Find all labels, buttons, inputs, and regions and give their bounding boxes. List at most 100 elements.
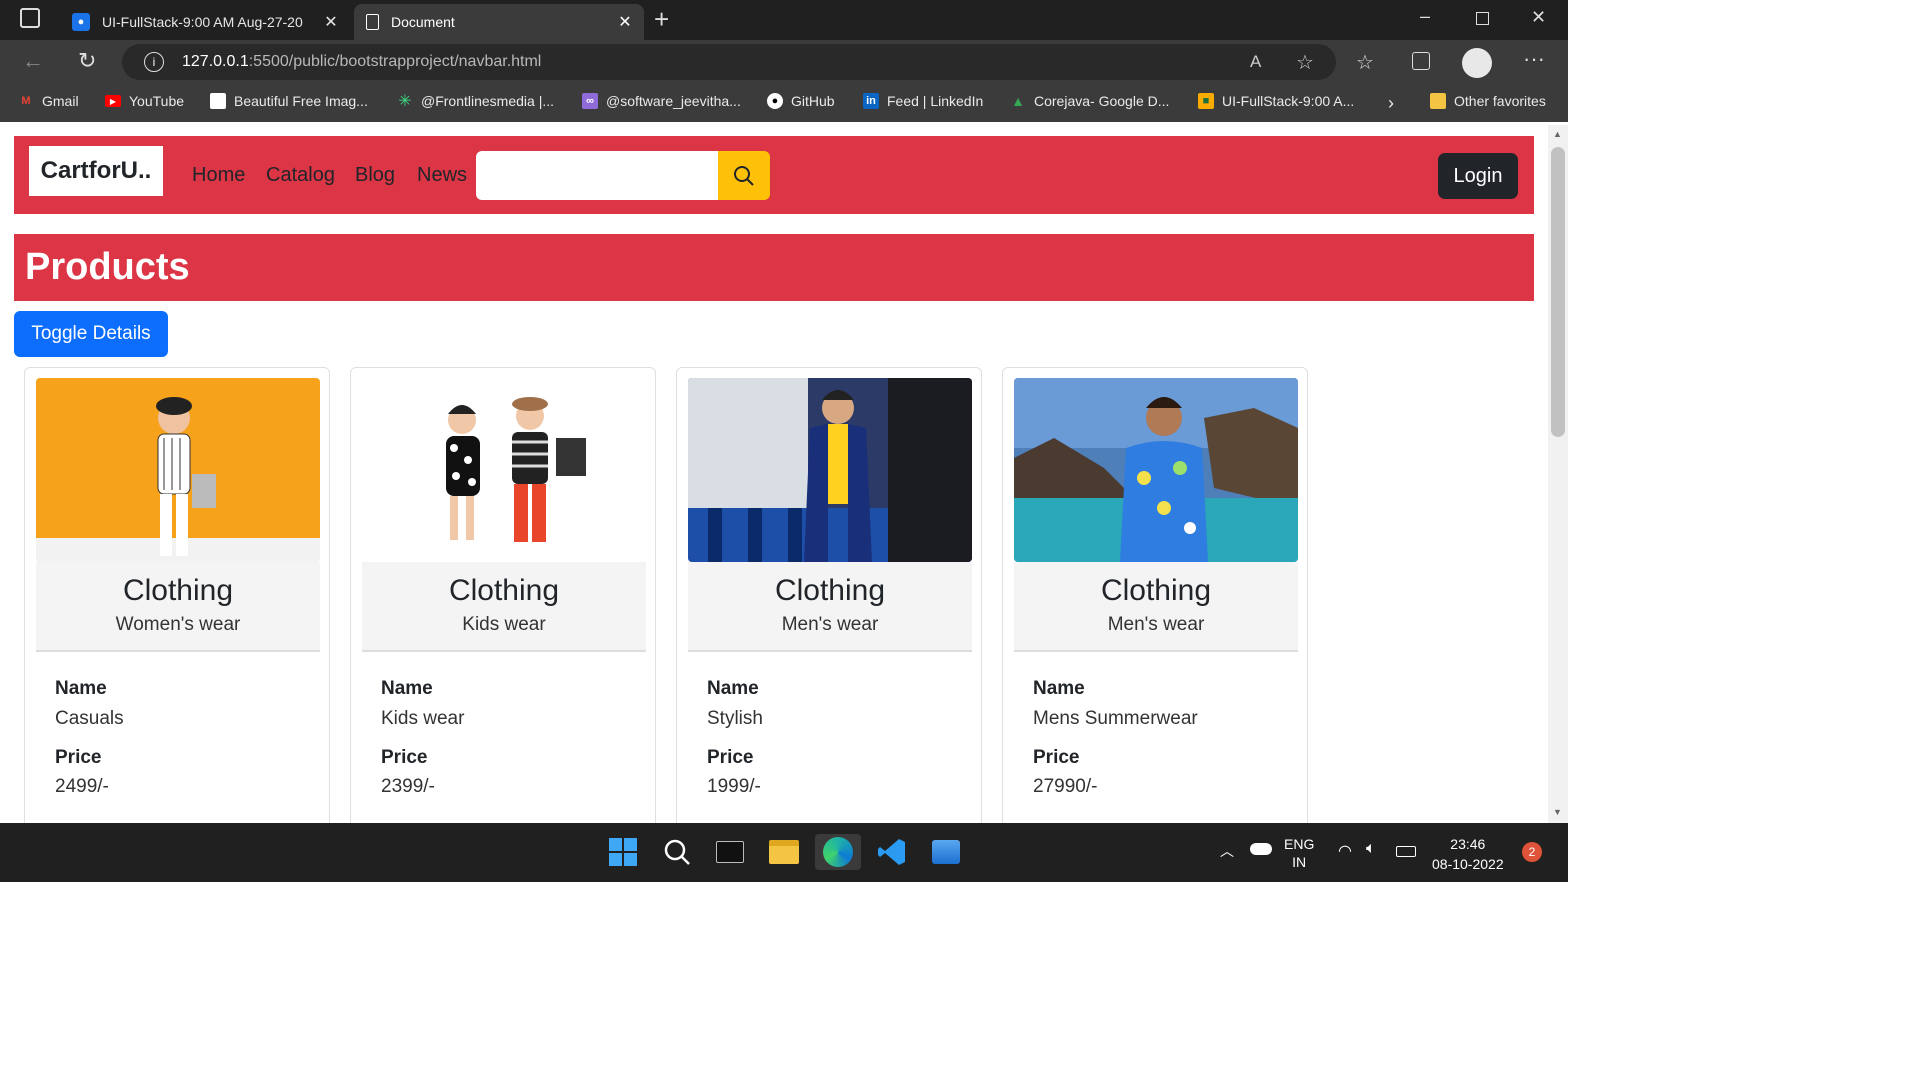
- page-scrollbar[interactable]: ▲ ▼: [1548, 125, 1568, 823]
- price-label: Price: [707, 747, 754, 768]
- bookmark-label: @software_jeevitha...: [606, 93, 741, 109]
- minimize-icon[interactable]: –: [1420, 6, 1430, 27]
- file-explorer-icon[interactable]: [766, 834, 802, 870]
- product-caption: Clothing Women's wear: [36, 562, 320, 652]
- more-bookmarks-chevron-icon[interactable]: ›: [1388, 93, 1394, 114]
- profile-avatar[interactable]: [1462, 48, 1492, 78]
- product-card: Clothing Kids wear Name Kids wear Price …: [350, 367, 656, 823]
- restore-icon[interactable]: [1476, 12, 1489, 25]
- clock[interactable]: 23:46 08-10-2022: [1432, 834, 1504, 874]
- refresh-icon[interactable]: ↻: [78, 48, 96, 74]
- scroll-up-icon[interactable]: ▲: [1553, 129, 1562, 139]
- nav-blog[interactable]: Blog: [355, 164, 395, 187]
- product-subtitle: Women's wear: [115, 614, 241, 635]
- search-input[interactable]: [476, 151, 718, 200]
- product-image-mens-stylish: [688, 378, 972, 562]
- scroll-down-icon[interactable]: ▼: [1553, 807, 1562, 817]
- product-card: Clothing Men's wear Name Stylish Price 1…: [676, 367, 982, 823]
- volume-icon[interactable]: 🔈︎: [1366, 840, 1376, 858]
- site-navbar: CartforU.. Home Catalog Blog News Login: [14, 136, 1534, 214]
- frontlines-icon: ✳: [398, 93, 412, 110]
- product-name: Kids wear: [381, 708, 465, 729]
- bookmark-label: YouTube: [129, 93, 185, 109]
- close-window-icon[interactable]: ✕: [1531, 7, 1546, 28]
- site-info-icon[interactable]: i: [144, 52, 164, 72]
- bookmark-linkedin[interactable]: in Feed | LinkedIn: [863, 93, 983, 109]
- onedrive-icon[interactable]: [1250, 843, 1272, 855]
- product-price: 2499/-: [55, 776, 109, 797]
- bookmark-ui-fullstack[interactable]: ■ UI-FullStack-9:00 A...: [1198, 93, 1354, 109]
- google-drive-icon: ▲: [1011, 93, 1025, 109]
- product-caption: Clothing Men's wear: [688, 562, 972, 652]
- price-label: Price: [1033, 747, 1080, 768]
- wifi-icon[interactable]: ◠: [1338, 841, 1352, 861]
- close-icon[interactable]: ✕: [614, 12, 636, 32]
- product-image-mens-summer: [1014, 378, 1298, 562]
- tab-document[interactable]: Document ✕: [354, 4, 644, 40]
- clock-time: 23:46: [1450, 836, 1486, 852]
- bookmark-frontlines[interactable]: ✳ @Frontlinesmedia |...: [397, 93, 554, 110]
- tab-actions-icon[interactable]: [20, 8, 40, 28]
- product-subtitle: Men's wear: [1107, 614, 1205, 635]
- product-image-womens: [36, 378, 320, 562]
- bookmark-other-favorites[interactable]: Other favorites: [1430, 93, 1546, 109]
- bookmark-label: UI-FullStack-9:00 A...: [1222, 93, 1355, 109]
- unsplash-icon: [210, 93, 226, 109]
- product-subtitle: Men's wear: [781, 614, 879, 635]
- product-caption: Clothing Kids wear: [362, 562, 646, 652]
- browser-tab-strip: ● UI-FullStack-9:00 AM Aug-27-20 ✕ Docum…: [0, 0, 1568, 40]
- login-button[interactable]: Login: [1438, 153, 1518, 199]
- photos-icon[interactable]: [928, 834, 964, 870]
- linkedin-icon: in: [863, 93, 879, 109]
- clock-date: 08-10-2022: [1432, 856, 1504, 872]
- bookmark-software-jeevitha[interactable]: ∞ @software_jeevitha...: [582, 93, 741, 109]
- product-name: Casuals: [55, 708, 124, 729]
- name-label: Name: [1033, 678, 1085, 699]
- classroom-icon: ■: [1198, 93, 1214, 109]
- bookmark-github[interactable]: ● GitHub: [767, 93, 835, 109]
- favorites-icon[interactable]: ☆: [1356, 50, 1374, 75]
- gmail-icon: M: [21, 95, 31, 107]
- notification-badge[interactable]: 2: [1522, 842, 1542, 862]
- new-tab-icon[interactable]: +: [654, 4, 669, 35]
- page-viewport: CartforU.. Home Catalog Blog News Login …: [0, 125, 1548, 823]
- url-path: :5500/public/bootstrapproject/navbar.htm…: [248, 53, 542, 70]
- close-icon[interactable]: ✕: [320, 12, 342, 32]
- bookmark-label: GitHub: [791, 93, 835, 109]
- brand-logo[interactable]: CartforU..: [29, 146, 163, 196]
- more-icon[interactable]: ···: [1523, 46, 1545, 72]
- edge-browser-icon[interactable]: [815, 834, 861, 870]
- battery-icon[interactable]: [1396, 846, 1416, 857]
- search-icon[interactable]: [659, 834, 695, 870]
- nav-news[interactable]: News: [417, 164, 467, 187]
- add-favorite-icon[interactable]: ☆: [1296, 50, 1314, 75]
- vscode-icon[interactable]: [874, 834, 910, 870]
- bookmark-unsplash[interactable]: Beautiful Free Imag...: [210, 93, 368, 109]
- bookmark-label: Other favorites: [1454, 93, 1546, 109]
- back-icon[interactable]: ←: [22, 48, 44, 74]
- name-label: Name: [55, 678, 107, 699]
- bookmark-youtube[interactable]: ▶ YouTube: [105, 93, 184, 109]
- language-indicator[interactable]: ENG IN: [1284, 835, 1314, 871]
- bookmark-gmail[interactable]: M Gmail: [18, 93, 78, 109]
- tab-ui-fullstack[interactable]: ● UI-FullStack-9:00 AM Aug-27-20 ✕: [60, 4, 350, 40]
- search-icon: [734, 165, 754, 186]
- nav-catalog[interactable]: Catalog: [266, 164, 335, 187]
- terminal-icon[interactable]: [712, 834, 748, 870]
- product-subtitle: Kids wear: [462, 614, 546, 635]
- region-code: IN: [1292, 854, 1307, 870]
- tab-label: Document: [391, 14, 455, 30]
- scrollbar-thumb[interactable]: [1551, 147, 1565, 437]
- bookmark-corejava[interactable]: ▲ Corejava- Google D...: [1010, 93, 1169, 109]
- collections-icon[interactable]: [1412, 52, 1430, 70]
- nav-home[interactable]: Home: [192, 164, 245, 187]
- start-windows-icon[interactable]: [605, 834, 641, 870]
- toggle-details-button[interactable]: Toggle Details: [14, 311, 168, 357]
- price-label: Price: [55, 747, 102, 768]
- address-bar[interactable]: i 127.0.0.1:5500/public/bootstrapproject…: [122, 44, 1336, 80]
- chevron-up-icon[interactable]: ︿: [1220, 841, 1234, 861]
- product-category: Clothing: [122, 574, 234, 607]
- search-button[interactable]: [718, 151, 770, 200]
- read-aloud-icon[interactable]: A: [1250, 52, 1261, 72]
- product-caption: Clothing Men's wear: [1014, 562, 1298, 652]
